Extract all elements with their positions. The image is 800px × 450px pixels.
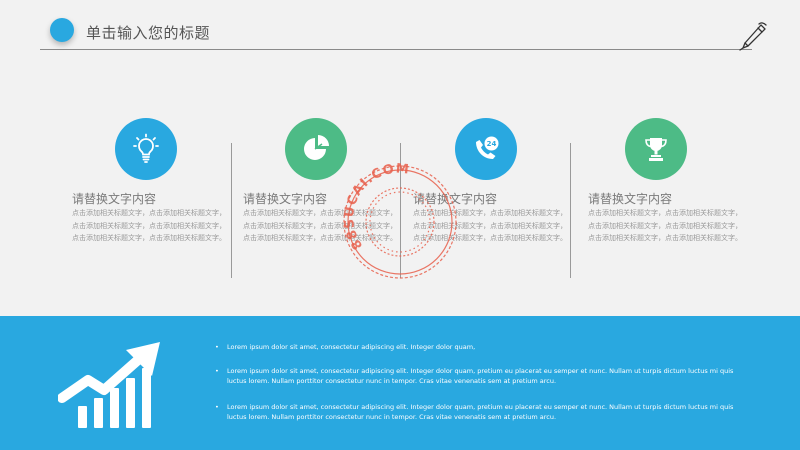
svg-text:88SUCAI.COM: 88SUCAI.COM (342, 161, 410, 252)
pie-chart-icon (304, 135, 329, 160)
watermark-stamp: 88SUCAI.COM (342, 161, 457, 279)
bullet-dot: • (215, 367, 219, 375)
watermark-text: 88SUCAI.COM (342, 161, 409, 252)
bullet-text[interactable]: Lorem ipsum dolor sit amet, consectetur … (227, 403, 733, 421)
list-item: • Lorem ipsum dolor sit amet, consectetu… (215, 367, 755, 386)
svg-text:24: 24 (487, 140, 497, 148)
title-divider (40, 49, 752, 50)
column-divider (231, 143, 232, 278)
card-title[interactable]: 请替换文字内容 (588, 190, 672, 207)
list-item: • Lorem ipsum dolor sit amet, consectetu… (215, 343, 755, 353)
trophy-icon (645, 138, 667, 161)
phone-24h-icon-circle: 24 (455, 118, 517, 180)
bullet-dot: • (215, 403, 219, 411)
bullet-dot: • (215, 343, 219, 351)
bullet-text[interactable]: Lorem ipsum dolor sit amet, consectetur … (227, 343, 475, 351)
trophy-icon-circle (625, 118, 687, 180)
bullet-text[interactable]: Lorem ipsum dolor sit amet, consectetur … (227, 367, 733, 385)
pen-icon (739, 22, 767, 51)
card-body[interactable]: 点击添加相关标题文字，点击添加相关标题文字，点击添加相关标题文字，点击添加相关标… (588, 207, 748, 245)
phone-24h-icon: 24 (476, 136, 499, 159)
title-accent-dot (50, 18, 74, 42)
lightbulb-icon (133, 133, 159, 163)
growth-chart-icon (58, 342, 160, 428)
column-divider (570, 143, 571, 278)
card-title[interactable]: 请替换文字内容 (243, 190, 327, 207)
lightbulb-icon-circle (115, 118, 177, 180)
list-item: • Lorem ipsum dolor sit amet, consectetu… (215, 403, 755, 422)
page-title[interactable]: 单击输入您的标题 (86, 22, 210, 43)
card-body[interactable]: 点击添加相关标题文字，点击添加相关标题文字，点击添加相关标题文字，点击添加相关标… (72, 207, 232, 245)
card-title[interactable]: 请替换文字内容 (72, 190, 156, 207)
